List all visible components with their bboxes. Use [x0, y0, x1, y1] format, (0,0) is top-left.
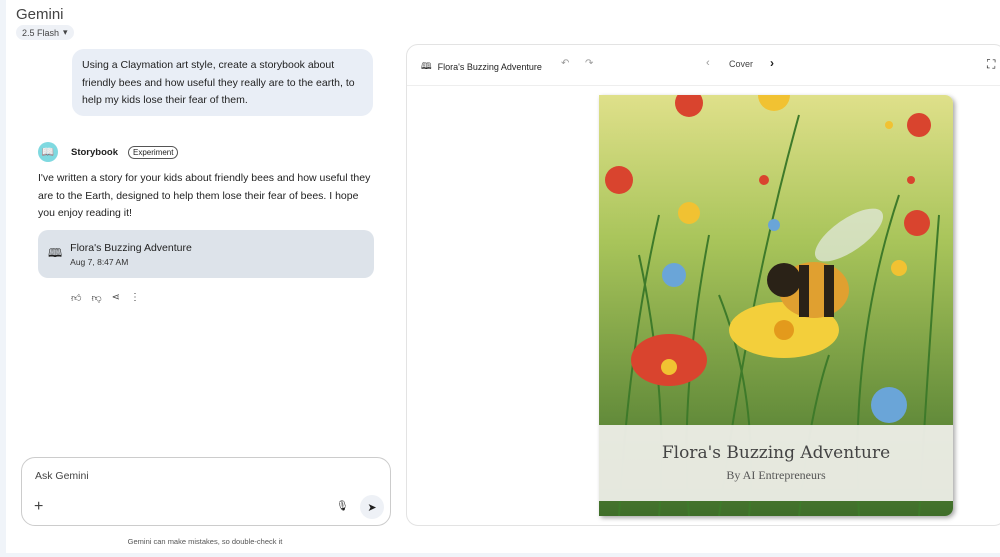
assistant-name: Storybook [71, 146, 118, 158]
disclaimer: Gemini can make mistakes, so double-chec… [127, 537, 283, 546]
send-icon: ➤ [367, 501, 377, 514]
card-date: Aug 7, 8:47 AM [70, 256, 129, 267]
prompt-input[interactable]: Ask Gemini [35, 470, 89, 482]
thumbs-up-icon[interactable]: 👍︎ [71, 292, 81, 304]
prev-page-icon[interactable]: ‹ [706, 57, 710, 69]
next-page-icon[interactable]: › [770, 56, 774, 70]
model-label: 2.5 Flash [22, 27, 60, 38]
app-title: Gemini [16, 6, 64, 23]
user-message: Using a Claymation art style, create a s… [72, 49, 373, 116]
storybook-card[interactable]: 🕮 Flora's Buzzing Adventure Aug 7, 8:47 … [38, 230, 374, 278]
assistant-header: 📖 Storybook Experiment [38, 142, 179, 162]
redo-icon[interactable]: ↷ [585, 58, 593, 69]
share-icon[interactable]: ⋖ [112, 292, 120, 304]
mic-icon[interactable]: 🎙︎ [336, 501, 349, 512]
send-button[interactable]: ➤ [360, 495, 384, 519]
thumbs-down-icon[interactable]: 👎︎ [91, 292, 101, 304]
panel-toolbar: 🕮 Flora's Buzzing Adventure ↶ ↷ ‹ Cover ›… [407, 45, 1000, 86]
model-selector[interactable]: 2.5 Flash ▾ [16, 25, 74, 40]
book-title: Flora's Buzzing Adventure [661, 443, 891, 463]
fullscreen-icon[interactable]: ⛶ [987, 57, 995, 72]
panel-title: Flora's Buzzing Adventure [437, 62, 542, 72]
assistant-reply: I've written a story for your kids about… [38, 172, 371, 219]
bottom-bar [0, 553, 1000, 557]
book-icon: 🕮 [421, 61, 432, 71]
caret-down-icon: ▾ [63, 27, 68, 37]
card-title: Flora's Buzzing Adventure [70, 241, 192, 254]
cover-banner: Flora's Buzzing Adventure By AI Entrepre… [599, 425, 953, 501]
prompt-box[interactable]: Ask Gemini + 🎙︎ ➤ [21, 457, 391, 526]
book-icon: 📖 [38, 142, 58, 162]
plus-icon[interactable]: + [34, 498, 43, 516]
undo-icon[interactable]: ↶ [561, 58, 569, 69]
book-author: By AI Entrepreneurs [726, 468, 826, 482]
more-icon[interactable]: ⋮ [130, 292, 140, 304]
book-cover[interactable]: Flora's Buzzing Adventure By AI Entrepre… [599, 95, 953, 516]
sidebar-edge [0, 0, 6, 557]
page-label: Cover [729, 59, 754, 69]
experiment-badge: Experiment [127, 145, 179, 159]
book-icon: 🕮 [48, 245, 63, 260]
